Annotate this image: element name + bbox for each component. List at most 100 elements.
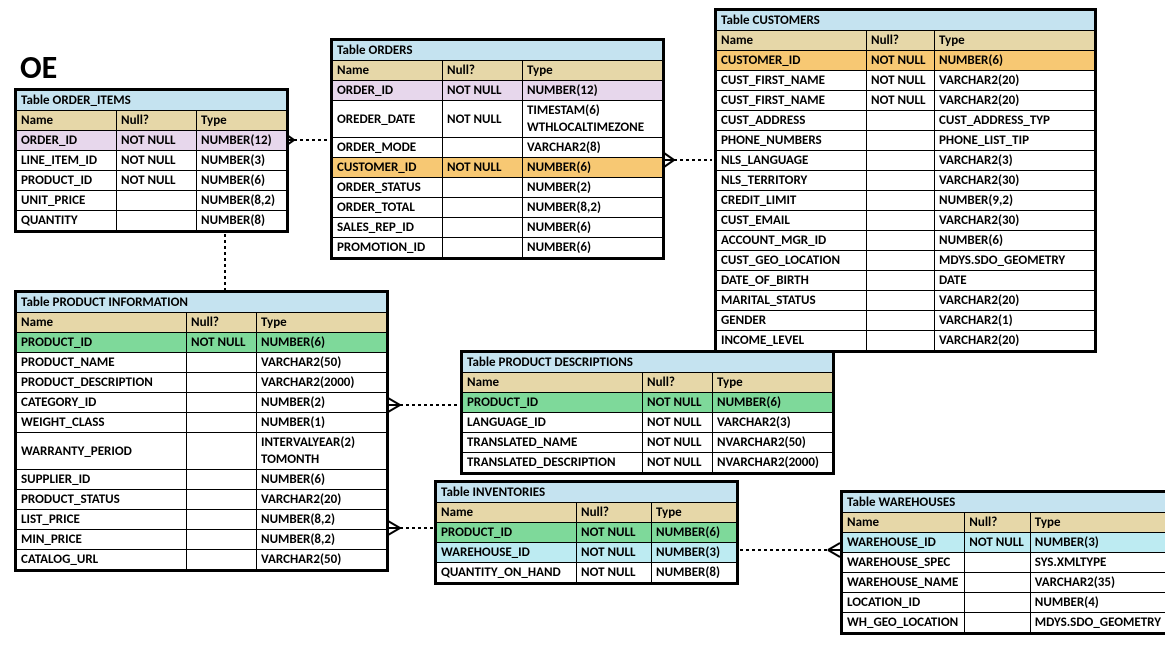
table-row: TRANSLATED_NAMENOT NULLNVARCHAR2(50)	[463, 433, 833, 453]
cell-type: NUMBER(1)	[257, 413, 387, 433]
table-title: Table PRODUCT DESCRIPTIONS	[463, 353, 833, 373]
cell-type: TIMESTAM(6)WTHLOCALTIMEZONE	[523, 101, 663, 138]
cell-null	[187, 433, 257, 470]
cell-type: NUMBER(9,2)	[935, 191, 1095, 211]
cell-null	[867, 151, 935, 171]
table-row: MARITAL_STATUSVARCHAR2(20)	[717, 291, 1095, 311]
table-row: CUST_FIRST_NAMENOT NULLVARCHAR2(20)	[717, 71, 1095, 91]
cell-name: NLS_TERRITORY	[717, 171, 867, 191]
cell-null	[867, 211, 935, 231]
table-customers: Table CUSTOMERSNameNull?TypeCUSTOMER_IDN…	[714, 8, 1097, 353]
cell-name: PHONE_NUMBERS	[717, 131, 867, 151]
cell-null	[443, 138, 523, 158]
cell-type: VARCHAR2(20)	[935, 71, 1095, 91]
cell-type: MDYS.SDO_GEOMETRY	[1030, 613, 1165, 633]
cell-null	[187, 393, 257, 413]
cell-name: INCOME_LEVEL	[717, 331, 867, 351]
col-null: Null?	[867, 31, 935, 51]
cell-type: NUMBER(8,2)	[197, 191, 287, 211]
col-type: Type	[713, 373, 833, 393]
cell-type: NUMBER(6)	[523, 238, 663, 258]
table-row: CUST_EMAILVARCHAR2(30)	[717, 211, 1095, 231]
cell-null: NOT NULL	[867, 51, 935, 71]
cell-type: NUMBER(4)	[1030, 593, 1165, 613]
table-row: MIN_PRICENUMBER(8,2)	[17, 530, 387, 550]
cell-name: ORDER_STATUS	[333, 178, 443, 198]
table-row: LANGUAGE_IDNOT NULLVARCHAR2(3)	[463, 413, 833, 433]
cell-null	[965, 593, 1031, 613]
cell-null: NOT NULL	[117, 151, 197, 171]
cell-name: CUST_ADDRESS	[717, 111, 867, 131]
table-row: CATALOG_URLVARCHAR2(50)	[17, 550, 387, 570]
table-row: UNIT_PRICE NUMBER(8,2)	[17, 191, 287, 211]
cell-type: VARCHAR2(50)	[257, 353, 387, 373]
cell-null: NOT NULL	[577, 563, 652, 583]
cell-type: NUMBER(6)	[197, 171, 287, 191]
cell-null	[187, 413, 257, 433]
col-type: Type	[652, 503, 737, 523]
table-row: WH_GEO_LOCATION MDYS.SDO_GEOMETRY	[843, 613, 1165, 633]
cell-null	[867, 131, 935, 151]
cell-null	[867, 271, 935, 291]
cell-null: NOT NULL	[643, 433, 713, 453]
cell-null	[867, 251, 935, 271]
table-row: ORDER_MODEVARCHAR2(8)	[333, 138, 663, 158]
table-product-information: Table PRODUCT INFORMATIONNameNull?TypePR…	[14, 290, 389, 572]
table-row: CUST_GEO_LOCATIONMDYS.SDO_GEOMETRY	[717, 251, 1095, 271]
table-row: ORDER_IDNOT NULLNUMBER(12)	[333, 81, 663, 101]
connector-orderitems-orders	[284, 130, 332, 150]
cell-null: NOT NULL	[577, 523, 652, 543]
cell-name: PRODUCT_ID	[463, 393, 643, 413]
table-orders: Table ORDERSNameNull?TypeORDER_IDNOT NUL…	[330, 38, 665, 260]
col-type: Type	[257, 313, 387, 333]
cell-type: NUMBER(6)	[523, 218, 663, 238]
cell-type: NUMBER(3)	[1030, 533, 1165, 553]
cell-name: CUSTOMER_ID	[333, 158, 443, 178]
cell-null: NOT NULL	[117, 131, 197, 151]
cell-name: QUANTITY	[17, 211, 117, 231]
cell-name: UNIT_PRICE	[17, 191, 117, 211]
table-row: LINE_ITEM_IDNOT NULLNUMBER(3)	[17, 151, 287, 171]
cell-type: NUMBER(6)	[523, 158, 663, 178]
cell-null	[187, 470, 257, 490]
table-row: LIST_PRICENUMBER(8,2)	[17, 510, 387, 530]
cell-null	[117, 191, 197, 211]
table-row: QUANTITY_ON_HANDNOT NULLNUMBER(8)	[437, 563, 737, 583]
col-type: Type	[935, 31, 1095, 51]
cell-null	[965, 553, 1031, 573]
table-row: PRODUCT_DESCRIPTIONVARCHAR2(2000)	[17, 373, 387, 393]
cell-name: PRODUCT_ID	[437, 523, 577, 543]
connector-inventories-warehouses	[738, 540, 842, 560]
table-row: WARRANTY_PERIODINTERVALYEAR(2)TOMONTH	[17, 433, 387, 470]
cell-null	[187, 490, 257, 510]
cell-type: DATE	[935, 271, 1095, 291]
col-null: Null?	[443, 61, 523, 81]
cell-type: NUMBER(6)	[652, 523, 737, 543]
cell-type: VARCHAR2(3)	[713, 413, 833, 433]
cell-name: WH_GEO_LOCATION	[843, 613, 965, 633]
cell-null	[187, 373, 257, 393]
cell-null	[867, 231, 935, 251]
cell-type: NUMBER(6)	[713, 393, 833, 413]
table-row: ORDER_IDNOT NULLNUMBER(12)	[17, 131, 287, 151]
cell-null: NOT NULL	[117, 171, 197, 191]
table-row: LOCATION_IDNUMBER(4)	[843, 593, 1165, 613]
table-row: DATE_OF_BIRTHDATE	[717, 271, 1095, 291]
cell-null: NOT NULL	[187, 333, 257, 353]
cell-type: PHONE_LIST_TIP	[935, 131, 1095, 151]
cell-null: NOT NULL	[867, 91, 935, 111]
cell-type: SYS.XMLTYPE	[1030, 553, 1165, 573]
cell-name: CATALOG_URL	[17, 550, 187, 570]
cell-null	[867, 171, 935, 191]
cell-null	[187, 550, 257, 570]
cell-null: NOT NULL	[443, 101, 523, 138]
table-title: Table ORDER_ITEMS	[17, 91, 287, 111]
col-null: Null?	[643, 373, 713, 393]
cell-name: PRODUCT_ID	[17, 171, 117, 191]
col-name: Name	[333, 61, 443, 81]
cell-name: PROMOTION_ID	[333, 238, 443, 258]
cell-type: NUMBER(6)	[935, 51, 1095, 71]
schema-title: OE	[20, 48, 57, 87]
cell-name: WAREHOUSE_SPEC	[843, 553, 965, 573]
cell-null: NOT NULL	[443, 158, 523, 178]
